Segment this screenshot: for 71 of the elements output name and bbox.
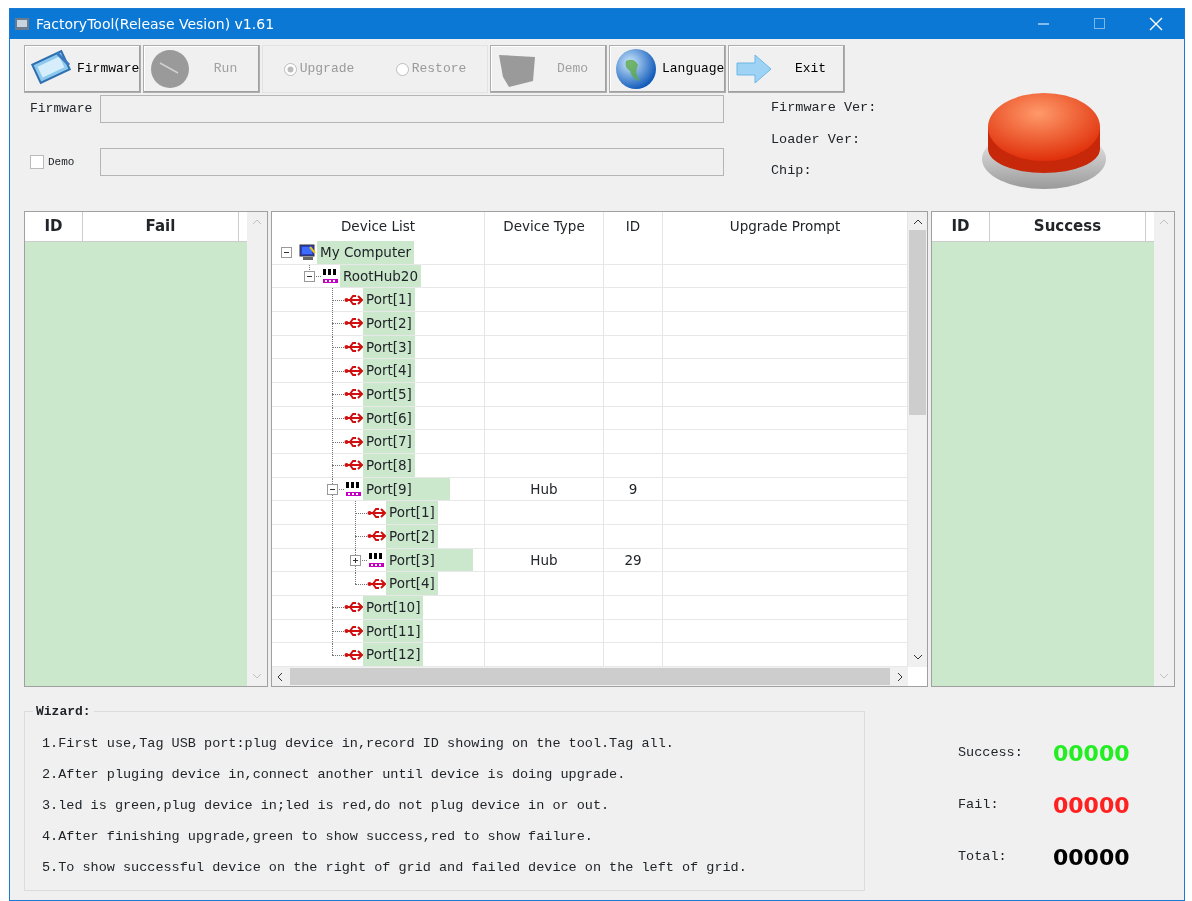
close-icon[interactable] (1149, 17, 1163, 31)
column-header: Device List (272, 212, 485, 241)
dial-icon (148, 47, 192, 91)
exit-button[interactable]: Exit (728, 45, 845, 93)
window-title: FactoryTool(Release Vesion) v1.61 (36, 14, 276, 34)
tree-item[interactable]: Port[10] (363, 595, 424, 619)
field-label: Firmware (30, 100, 94, 119)
table-cell-text: 9 (628, 479, 638, 499)
tree-item[interactable]: RootHub20 (340, 264, 422, 288)
instruction-text: 3.led is green,plug device in;led is red,do not plug device in or out. (42, 797, 611, 815)
tree-item[interactable]: Port[7] (363, 430, 415, 453)
scroll-left-icon[interactable] (276, 671, 284, 682)
info-label: Chip: (771, 162, 813, 180)
counter-label: Success: (958, 743, 1024, 762)
instruction-text: 2.After pluging device in,connect another until device is doing upgrade. (42, 766, 627, 784)
counter-label: Fail: (958, 795, 1000, 814)
hub-icon (344, 479, 363, 498)
tree-item[interactable]: Port[9] (363, 477, 450, 501)
scrollbar-thumb[interactable] (909, 230, 926, 415)
table-cell-text: Hub (530, 479, 558, 499)
tree-item[interactable]: Port[12] (363, 643, 424, 666)
tree-item[interactable]: Port[1] (363, 288, 415, 311)
column-header: ID (25, 212, 83, 241)
info-label: Loader Ver: (771, 130, 862, 149)
tree-item[interactable]: Port[4] (386, 572, 438, 595)
tree-item[interactable]: Port[6] (363, 406, 415, 430)
column-header: ID (932, 212, 990, 241)
tree-item[interactable]: Port[3] (386, 548, 473, 572)
checkbox-icon[interactable] (30, 155, 44, 169)
firmware-path-field[interactable] (100, 95, 724, 123)
column-header: ID (604, 212, 663, 241)
toolbar-button[interactable]: Language (609, 45, 726, 93)
hub-icon (321, 266, 340, 285)
computer-icon (298, 243, 317, 262)
globe-icon (614, 47, 658, 91)
tree-item[interactable]: Port[2] (386, 524, 438, 548)
tree-item[interactable]: Port[8] (363, 453, 415, 477)
collapse-icon[interactable] (327, 483, 338, 495)
tree-item[interactable]: Port[5] (363, 382, 415, 406)
maximize-icon[interactable] (1094, 18, 1106, 30)
toolbar-button[interactable]: Firmware (24, 45, 141, 93)
collapse-icon[interactable] (281, 247, 292, 259)
instruction-text: 5.To show successful device on the right of grid and failed device on the left of grid. (42, 859, 748, 877)
demo-checkbox[interactable]: Demo (30, 153, 100, 171)
column-header: Success (990, 212, 1146, 241)
expand-icon[interactable] (350, 554, 361, 566)
scrollbar-thumb[interactable] (290, 668, 890, 685)
scroll-right-icon[interactable] (896, 671, 904, 682)
scroll-down-icon[interactable] (912, 653, 923, 661)
table-cell-text: 29 (624, 550, 642, 570)
tree-item[interactable]: Port[2] (363, 311, 415, 335)
hub-icon (367, 550, 386, 569)
instruction-text: 1.First use,Tag USB port:plug device in,record ID showing on the tool.Tag all. (42, 735, 675, 753)
column-header: Fail (83, 212, 239, 241)
scroll-up-icon[interactable] (912, 218, 923, 226)
app-icon (14, 15, 30, 33)
counter-label: Total: (958, 847, 1008, 866)
column-header: Device Type (485, 212, 604, 241)
tree-item[interactable]: Port[1] (386, 501, 438, 524)
counter-value: 00000 (1053, 739, 1130, 768)
instruction-text: 4.After finishing upgrade,green to show success,red to show failure. (42, 828, 594, 846)
counter-value: 00000 (1053, 843, 1130, 872)
tree-item[interactable]: My Computer (317, 240, 415, 264)
tree-item[interactable]: Port[3] (363, 335, 415, 359)
demo-path-field[interactable] (100, 148, 724, 176)
table-cell-text: Hub (530, 550, 558, 570)
collapse-icon[interactable] (304, 270, 315, 282)
info-label: Firmware Ver: (771, 99, 878, 117)
counter-value: 00000 (1053, 791, 1130, 820)
tree-item[interactable]: Port[11] (363, 619, 424, 643)
tree-item[interactable]: Port[4] (363, 359, 415, 382)
